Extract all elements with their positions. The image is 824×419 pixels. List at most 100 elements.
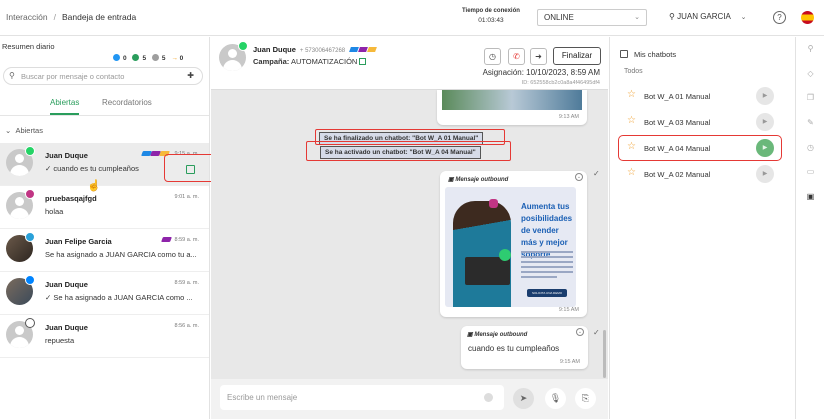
- spain-flag-icon[interactable]: [801, 11, 814, 24]
- message-text: cuando es tu cumpleaños: [468, 344, 560, 353]
- chat-panel: Juan Duque + 573006467268 Campaña: AUTOMA…: [211, 37, 608, 419]
- image-message[interactable]: 9:13 AM: [437, 90, 587, 125]
- play-button[interactable]: ▶: [756, 113, 774, 131]
- right-rail: ⚲ ◇ ❐ ✎ ◷ ▭ ▣: [795, 37, 824, 419]
- tab-recordatorios[interactable]: Recordatorios: [102, 98, 152, 107]
- message-image: [442, 90, 582, 110]
- chatbot-name: Bot W_A 03 Manual: [644, 118, 711, 127]
- hand-cursor-icon: ☝: [87, 180, 101, 192]
- search-input[interactable]: [21, 70, 171, 82]
- daily-summary-title: Resumen diario: [2, 42, 55, 51]
- conversations-panel: Resumen diario 0 5 5 → 0 ⚲ ✚ Abiertas Re…: [0, 37, 210, 419]
- blue-dot-icon: [113, 54, 120, 61]
- tag-icon[interactable]: ◇: [806, 69, 815, 78]
- messenger-icon: [25, 275, 35, 285]
- copy-icon[interactable]: ❐: [806, 93, 815, 102]
- section-label: Abiertas: [15, 126, 43, 135]
- message-input[interactable]: [220, 385, 504, 410]
- promo-body: [521, 251, 573, 281]
- chatbot-item[interactable]: ☆ Bot W_A 01 Manual ▶: [627, 87, 777, 105]
- user-menu[interactable]: ⚲ JUAN GARCIA ⌄: [669, 12, 747, 21]
- check-icon: ✓: [593, 328, 600, 337]
- breadcrumb: Interacción / Bandeja de entrada: [6, 12, 136, 22]
- microphone-icon[interactable]: 🎙: [545, 388, 566, 409]
- note-icon[interactable]: [186, 165, 195, 174]
- top-bar: Interacción / Bandeja de entrada Tiempo de…: [0, 0, 824, 36]
- count-gray: 5: [151, 54, 166, 62]
- emoji-icon[interactable]: [484, 393, 493, 402]
- connection-time: Tiempo de conexión 01:03:43: [462, 8, 520, 24]
- outbound-message[interactable]: ▣ Mensaje outbound ⌄ cuando es tu cumple…: [461, 326, 588, 369]
- edit-icon[interactable]: ✎: [806, 118, 815, 127]
- clock-icon[interactable]: ◷: [484, 48, 501, 65]
- send-icon[interactable]: ➤: [513, 388, 534, 409]
- tab-abiertas[interactable]: Abiertas: [50, 98, 80, 115]
- help-icon[interactable]: ?: [773, 11, 786, 24]
- message-time: 9:15 AM: [559, 359, 580, 365]
- star-icon[interactable]: ☆: [627, 115, 636, 126]
- conversation-time: 9:01 a. m.: [174, 194, 199, 200]
- conversation-item[interactable]: pruebasqajfgd 9:01 a. m. holaa: [0, 186, 209, 229]
- chat-header: Juan Duque + 573006467268 Campaña: AUTOMA…: [211, 37, 608, 90]
- daily-summary-counts: 0 5 5 → 0: [113, 54, 187, 62]
- whatsapp-icon: [238, 41, 248, 51]
- chevron-down-icon[interactable]: ⌄: [576, 328, 584, 336]
- conversation-name: Juan Duque: [45, 151, 88, 160]
- play-button[interactable]: ▶: [756, 165, 774, 183]
- chatbot-item[interactable]: ☆ Bot W_A 02 Manual ▶: [627, 165, 777, 183]
- outbound-header: ▣ Mensaje outbound: [467, 332, 528, 338]
- conversation-name: pruebasqajfgd: [45, 194, 97, 203]
- highlight-annotation: [618, 135, 782, 161]
- conversation-item[interactable]: Juan Duque 8:56 a. m. repuesta: [0, 315, 209, 358]
- play-button[interactable]: ▶: [756, 87, 774, 105]
- bookmark-icon[interactable]: ▭: [806, 167, 815, 176]
- count-blue: 0: [113, 54, 127, 62]
- campaign: Campaña: AUTOMATIZACIÓN: [253, 57, 367, 66]
- outbound-header: ▣ Mensaje outbound: [448, 177, 509, 183]
- chatbot-item[interactable]: ☆ Bot W_A 03 Manual ▶: [627, 113, 777, 131]
- laptop-image: [465, 257, 510, 285]
- channel-icon: [25, 318, 35, 328]
- conversation-tabs: Abiertas Recordatorios: [0, 94, 209, 116]
- check-icon: ✓: [45, 293, 52, 302]
- user-icon[interactable]: ⚲: [806, 44, 815, 53]
- call-off-icon[interactable]: ✆: [508, 48, 525, 65]
- search-bar: ⚲ ✚: [3, 67, 203, 85]
- attachment-icon[interactable]: ⎘: [575, 388, 596, 409]
- scrollbar[interactable]: [603, 330, 606, 378]
- filter-icon[interactable]: ✚: [187, 71, 194, 80]
- transfer-icon[interactable]: ➜: [530, 48, 547, 65]
- message-time: 9:13 AM: [558, 114, 579, 120]
- note-icon[interactable]: [359, 58, 367, 65]
- star-icon[interactable]: ☆: [627, 167, 636, 178]
- promo-cta: SOLICITA UNA DEMO: [527, 289, 567, 297]
- contact-name: Juan Duque + 573006467268: [253, 45, 378, 54]
- outbound-message[interactable]: ▣ Mensaje outbound ⌄ Aumenta tus posibil…: [440, 171, 587, 317]
- conversation-id: ID: 652558cb2c0a8a4f46495df4: [521, 80, 600, 86]
- breadcrumb-root[interactable]: Interacción: [6, 12, 48, 22]
- composer: ➤ 🎙 ⎘: [211, 379, 608, 419]
- conversation-item[interactable]: Juan Felipe Garcia 8:59 a. m. Se ha asig…: [0, 229, 209, 272]
- whatsapp-icon: [25, 146, 35, 156]
- conversation-time: 8:56 a. m.: [174, 323, 199, 329]
- clock-icon[interactable]: ◷: [806, 143, 815, 152]
- chevron-down-icon[interactable]: ⌄: [575, 173, 583, 181]
- conversation-time: 8:59 a. m.: [174, 237, 199, 243]
- chevron-down-icon: ⌄: [740, 14, 747, 21]
- chatbots-filter[interactable]: Todos: [624, 68, 643, 75]
- bot-icon[interactable]: ▣: [806, 192, 815, 201]
- star-icon[interactable]: ☆: [627, 89, 636, 100]
- finish-button[interactable]: Finalizar: [553, 47, 601, 65]
- conversation-preview: repuesta: [45, 336, 75, 345]
- breadcrumb-separator: /: [53, 12, 56, 22]
- conversation-preview: ✓ Se ha asignado a JUAN GARCIA como ...: [45, 293, 193, 302]
- status-select[interactable]: ONLINE ⌄: [537, 9, 647, 26]
- chevron-down-icon: ⌄: [634, 14, 640, 21]
- tag-icon: [161, 237, 172, 242]
- chatbot-name: Bot W_A 02 Manual: [644, 170, 711, 179]
- breadcrumb-current: Bandeja de entrada: [61, 12, 137, 22]
- conversation-preview: ✓ cuando es tu cumpleaños: [45, 164, 139, 173]
- conversation-item[interactable]: Juan Duque 8:59 a. m. ✓ Se ha asignado a…: [0, 272, 209, 315]
- green-dot-icon: [132, 54, 140, 61]
- section-header[interactable]: ⌄ Abiertas: [5, 126, 43, 135]
